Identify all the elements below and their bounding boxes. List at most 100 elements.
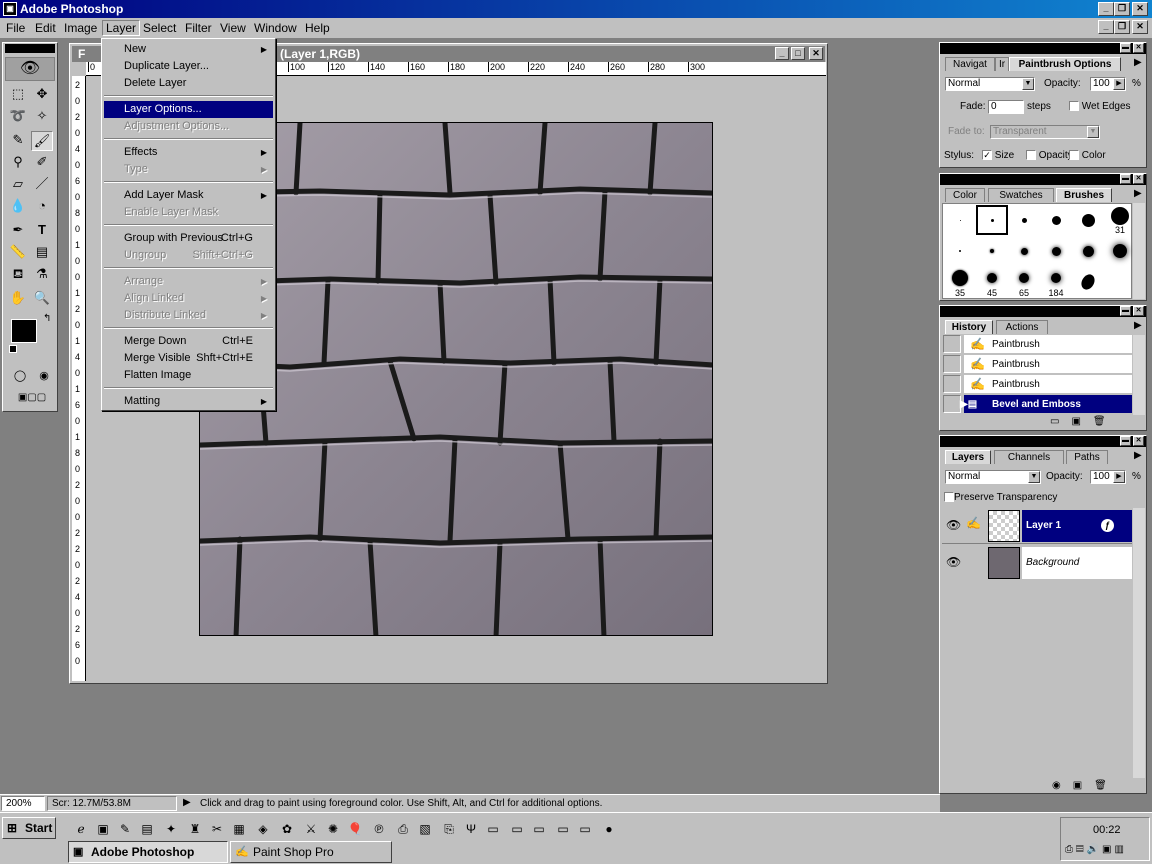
opacity-field[interactable]: 100 ▶: [1090, 77, 1126, 91]
history-snapshot-checkbox[interactable]: [943, 375, 961, 393]
move-icon[interactable]: ✥: [31, 85, 53, 105]
gradient-icon[interactable]: ▤: [31, 243, 53, 263]
close-button[interactable]: ✕: [1132, 2, 1148, 16]
menu-item-new[interactable]: New ▶: [104, 41, 273, 58]
panel-menu-arrow-icon[interactable]: ▶: [1134, 450, 1142, 461]
menu-item-delete-layer[interactable]: Delete Layer: [104, 75, 273, 92]
link-box[interactable]: [966, 553, 982, 571]
history-brush-icon[interactable]: ✐: [31, 153, 53, 173]
layers-scrollbar[interactable]: [1133, 508, 1145, 778]
quicklaunch-icon[interactable]: ✿: [278, 820, 296, 838]
layer-row-background[interactable]: 👁 Background: [942, 545, 1132, 581]
photoshop-app-icon[interactable]: ▣: [3, 2, 17, 16]
clock[interactable]: 00:22: [1093, 824, 1121, 836]
panel-minimize-button[interactable]: ▬: [1120, 174, 1131, 184]
panel-title-bar[interactable]: [940, 436, 1146, 447]
marquee-icon[interactable]: ⬚: [7, 85, 29, 105]
menu-file[interactable]: File: [6, 21, 25, 35]
brush-swatch[interactable]: [1072, 205, 1104, 235]
menu-item-duplicate-layer[interactable]: Duplicate Layer...: [104, 58, 273, 75]
quicklaunch-icon[interactable]: Ψ: [462, 820, 480, 838]
menu-item-group-with-previous[interactable]: Group with Previous Ctrl+G: [104, 230, 273, 247]
quickmask-mode-icon[interactable]: ◉: [33, 367, 55, 387]
quicklaunch-icon[interactable]: ⎙: [394, 820, 412, 838]
status-menu-arrow-icon[interactable]: ▶: [183, 797, 191, 808]
airbrush-icon[interactable]: ✎: [7, 131, 29, 151]
tray-icons[interactable]: ⎙▤🔊▣▥: [1065, 844, 1127, 855]
menu-item-merge-down[interactable]: Merge Down Ctrl+E: [104, 333, 273, 350]
brush-swatch[interactable]: [944, 236, 976, 266]
pen-icon[interactable]: ✒: [7, 221, 29, 241]
magic-wand-icon[interactable]: ✧: [31, 107, 53, 127]
menu-item-merge-visible[interactable]: Merge Visible Shft+Ctrl+E: [104, 350, 273, 367]
history-snapshot-checkbox[interactable]: [943, 355, 961, 373]
eraser-icon[interactable]: ▱: [7, 175, 29, 195]
brush-swatch[interactable]: [1072, 236, 1104, 266]
quicklaunch-icon[interactable]: ⎘: [440, 820, 458, 838]
eye-logo-icon[interactable]: 👁: [5, 57, 55, 81]
quicklaunch-icon[interactable]: ▧: [416, 820, 434, 838]
fade-field[interactable]: 0: [988, 100, 1024, 114]
tab-navigator[interactable]: Navigat: [945, 57, 995, 71]
brush-swatch[interactable]: [976, 236, 1008, 266]
doc-win-maximize-button[interactable]: □: [791, 47, 805, 60]
brush-swatch[interactable]: 31: [1104, 205, 1136, 235]
panel-close-button[interactable]: ✕: [1133, 43, 1144, 53]
panel-close-button[interactable]: ✕: [1133, 306, 1144, 316]
panel-close-button[interactable]: ✕: [1133, 174, 1144, 184]
blend-mode-select[interactable]: Normal ▼: [945, 77, 1035, 91]
quicklaunch-icon[interactable]: ▭: [530, 820, 548, 838]
standard-mode-icon[interactable]: ◯: [9, 367, 31, 387]
type-icon[interactable]: T: [31, 221, 53, 241]
fade-to-select[interactable]: Transparent ▼: [990, 125, 1100, 139]
layer-opacity-field[interactable]: 100 ▶: [1090, 470, 1126, 484]
stylus-color-checkbox[interactable]: Color: [1069, 150, 1106, 161]
background-layer-name[interactable]: Background: [1022, 547, 1132, 579]
brush-swatch[interactable]: 35: [944, 267, 976, 298]
layer-effects-icon[interactable]: ƒ: [1101, 519, 1114, 532]
eyedropper-icon[interactable]: ⚗: [31, 265, 53, 285]
screen-mode-icons[interactable]: ▣▢▢: [7, 389, 57, 409]
doc-restore-button[interactable]: ❐: [1114, 20, 1130, 34]
measure-icon[interactable]: 📏: [7, 243, 29, 263]
zoom-level-field[interactable]: 200%: [1, 796, 45, 811]
history-item-selected[interactable]: ▶▤ Bevel and Emboss: [960, 395, 1132, 414]
stylus-opacity-checkbox[interactable]: Opacity: [1026, 150, 1073, 161]
brush-scrollbar[interactable]: [1133, 203, 1145, 299]
wet-edges-checkbox[interactable]: Wet Edges: [1069, 101, 1131, 112]
quicklaunch-icon[interactable]: ✂: [208, 820, 226, 838]
panel-title-bar[interactable]: [940, 306, 1146, 317]
panel-minimize-button[interactable]: ▬: [1120, 306, 1131, 316]
layer1-name[interactable]: Layer 1ƒ: [1022, 510, 1132, 542]
tab-channels[interactable]: Channels: [994, 450, 1064, 464]
dodge-icon[interactable]: ◔: [31, 197, 53, 217]
history-item[interactable]: ✍ Paintbrush: [964, 375, 1132, 394]
panel-minimize-button[interactable]: ▬: [1120, 43, 1131, 53]
tab-layers[interactable]: Layers: [945, 450, 991, 464]
panel-menu-arrow-icon[interactable]: ▶: [1134, 188, 1142, 199]
layers-footer-buttons[interactable]: ◉▣🗑: [1052, 780, 1119, 791]
quicklaunch-icon[interactable]: ▭: [554, 820, 572, 838]
brush-swatch[interactable]: [944, 205, 976, 235]
doc-win-close-button[interactable]: ✕: [809, 47, 823, 60]
visibility-eye-icon[interactable]: 👁: [946, 555, 961, 569]
brush-swatch[interactable]: [1040, 236, 1072, 266]
history-snapshot-checkbox[interactable]: [943, 335, 961, 353]
brush-swatch[interactable]: 45: [976, 267, 1008, 298]
menu-item-add-layer-mask[interactable]: Add Layer Mask ▶: [104, 187, 273, 204]
quicklaunch-icon[interactable]: ▦: [230, 820, 248, 838]
quicklaunch-icon[interactable]: ✎: [116, 820, 134, 838]
blur-icon[interactable]: 💧: [7, 197, 29, 217]
zoom-icon[interactable]: 🔍: [31, 289, 53, 309]
brush-swatch[interactable]: [1104, 236, 1136, 266]
menu-layer[interactable]: Layer: [102, 20, 141, 36]
menu-window[interactable]: Window: [254, 21, 297, 35]
visibility-eye-icon[interactable]: 👁: [946, 518, 961, 532]
menu-help[interactable]: Help: [305, 21, 330, 35]
quicklaunch-icon[interactable]: ✦: [162, 820, 180, 838]
brush-swatch-selected[interactable]: [976, 205, 1008, 235]
panel-title-bar[interactable]: [940, 174, 1146, 185]
panel-close-button[interactable]: ✕: [1133, 436, 1144, 446]
swap-colors-icon[interactable]: ↰: [43, 313, 51, 324]
default-colors-icon[interactable]: [9, 345, 17, 353]
